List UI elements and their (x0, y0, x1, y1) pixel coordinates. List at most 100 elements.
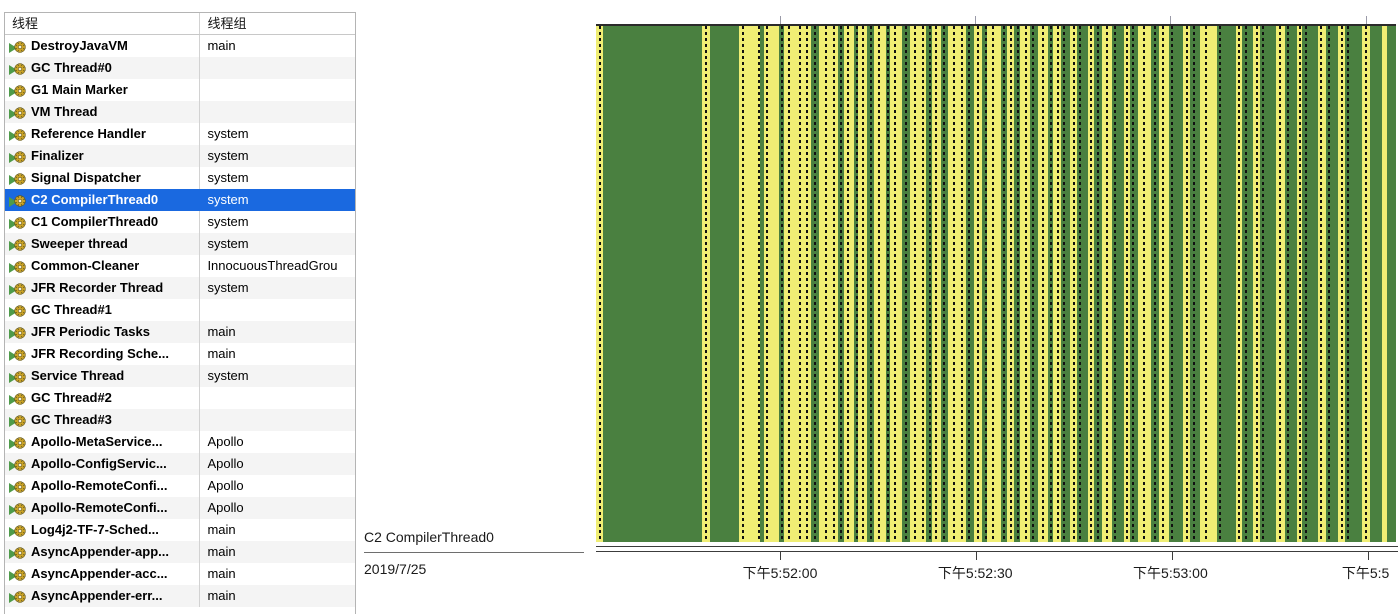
table-row[interactable]: AsyncAppender-app... main (5, 541, 355, 563)
cell-thread-group: main (207, 38, 236, 53)
cell-thread-name: GC Thread#1 (5, 299, 201, 321)
thread-node-icon[interactable] (9, 588, 28, 604)
gear-icon (14, 302, 26, 317)
timeline-event-marker (1056, 26, 1059, 542)
table-row[interactable]: G1 Main Marker (5, 79, 355, 101)
thread-node-icon[interactable] (9, 258, 28, 274)
timeline-segment-running[interactable] (710, 26, 740, 542)
timeline-event-marker (928, 26, 931, 542)
table-row[interactable]: AsyncAppender-err... main (5, 585, 355, 607)
thread-node-icon[interactable] (9, 148, 28, 164)
timeline-segment-running[interactable] (603, 26, 703, 542)
timeline-event-marker (968, 26, 970, 542)
chart-top-tick (1365, 16, 1367, 24)
thread-node-icon[interactable] (9, 126, 28, 142)
thread-name-label: AsyncAppender-app... (31, 544, 169, 559)
gear-icon (14, 60, 26, 75)
timeline-segment-waiting[interactable] (890, 26, 903, 542)
cell-thread-name: AsyncAppender-app... (5, 541, 201, 563)
thread-node-icon[interactable] (9, 456, 28, 472)
gear-icon (14, 434, 26, 449)
timeline-event-marker (788, 26, 790, 542)
table-body: DestroyJavaVM main GC Thread#0 G1 Main Mark… (5, 35, 355, 607)
column-header-thread[interactable]: 线程 (5, 13, 201, 34)
timeline-segment-waiting[interactable] (948, 26, 966, 542)
table-row[interactable]: Apollo-MetaService... Apollo (5, 431, 355, 453)
table-row[interactable]: Log4j2-TF-7-Sched... main (5, 519, 355, 541)
thread-node-icon[interactable] (9, 346, 28, 362)
timeline-segment-waiting[interactable] (874, 26, 886, 542)
thread-node-icon[interactable] (9, 170, 28, 186)
thread-node-icon[interactable] (9, 478, 28, 494)
gear-icon (14, 368, 26, 383)
timeline-event-marker (952, 26, 955, 542)
gear-icon (14, 544, 26, 559)
thread-name-label: GC Thread#2 (31, 390, 112, 405)
timeline-event-marker (856, 26, 858, 542)
table-row[interactable]: JFR Periodic Tasks main (5, 321, 355, 343)
table-row[interactable]: C1 CompilerThread0 system (5, 211, 355, 233)
table-row[interactable]: Finalizer system (5, 145, 355, 167)
thread-node-icon[interactable] (9, 214, 28, 230)
thread-node-icon[interactable] (9, 104, 28, 120)
table-row[interactable]: Apollo-ConfigServic... Apollo (5, 453, 355, 475)
thread-node-icon[interactable] (9, 82, 28, 98)
thread-node-icon[interactable] (9, 302, 28, 318)
thread-node-icon[interactable] (9, 500, 28, 516)
cell-thread-name: Reference Handler (5, 123, 201, 145)
table-row[interactable]: JFR Recording Sche... main (5, 343, 355, 365)
cell-thread-name: Service Thread (5, 365, 201, 387)
thread-node-icon[interactable] (9, 192, 28, 208)
thread-node-icon[interactable] (9, 368, 28, 384)
timeline-event-marker (935, 26, 938, 542)
table-row[interactable]: GC Thread#3 (5, 409, 355, 431)
thread-node-icon[interactable] (9, 236, 28, 252)
timeline-segment-waiting[interactable] (1200, 26, 1217, 542)
table-row[interactable]: Apollo-RemoteConfi... Apollo (5, 497, 355, 519)
thread-node-icon[interactable] (9, 434, 28, 450)
thread-name-label: JFR Periodic Tasks (31, 324, 150, 339)
thread-node-icon[interactable] (9, 324, 28, 340)
thread-table[interactable]: 线程 线程组 DestroyJavaVM main GC Thread#0 G1 Ma… (4, 12, 356, 614)
table-row[interactable]: Signal Dispatcher system (5, 167, 355, 189)
thread-node-icon[interactable] (9, 280, 28, 296)
timeline-event-marker (1328, 26, 1330, 542)
thread-node-icon[interactable] (9, 38, 28, 54)
table-row[interactable]: C2 CompilerThread0 system (5, 189, 355, 211)
thread-node-icon[interactable] (9, 60, 28, 76)
table-row[interactable]: DestroyJavaVM main (5, 35, 355, 57)
thread-node-icon[interactable] (9, 522, 28, 538)
table-row[interactable]: Apollo-RemoteConfi... Apollo (5, 475, 355, 497)
table-row[interactable]: Common-Cleaner InnocuousThreadGrou (5, 255, 355, 277)
table-row[interactable]: Service Thread system (5, 365, 355, 387)
table-row[interactable]: GC Thread#1 (5, 299, 355, 321)
cell-thread-name: JFR Recorder Thread (5, 277, 201, 299)
timeline-segment-waiting[interactable] (819, 26, 838, 542)
table-row[interactable]: VM Thread (5, 101, 355, 123)
table-row[interactable]: JFR Recorder Thread system (5, 277, 355, 299)
cell-thread-name: GC Thread#0 (5, 57, 201, 79)
cell-thread-group: system (207, 170, 249, 185)
gear-icon (14, 522, 26, 537)
cell-thread-name: Signal Dispatcher (5, 167, 201, 189)
table-row[interactable]: Reference Handler system (5, 123, 355, 145)
thread-state-timeline[interactable] (596, 16, 1396, 542)
cell-thread-group: system (207, 192, 249, 207)
gear-icon (14, 38, 26, 53)
timeline-segment-running[interactable] (1369, 26, 1382, 542)
timeline-segment-running[interactable] (1387, 26, 1396, 542)
table-row[interactable]: GC Thread#0 (5, 57, 355, 79)
table-row[interactable]: GC Thread#2 (5, 387, 355, 409)
thread-node-icon[interactable] (9, 544, 28, 560)
table-row[interactable]: Sweeper thread system (5, 233, 355, 255)
column-header-thread-group[interactable]: 线程组 (200, 13, 355, 34)
timeline-segment-waiting[interactable] (844, 26, 855, 542)
timeline-event-marker (805, 26, 808, 542)
chart-plot-area[interactable] (596, 24, 1396, 542)
timeline-event-marker (1219, 26, 1222, 542)
thread-node-icon[interactable] (9, 390, 28, 406)
timeline-segment-running[interactable] (1060, 26, 1070, 542)
thread-node-icon[interactable] (9, 412, 28, 428)
timeline-event-marker (1256, 26, 1258, 542)
cell-thread-name: VM Thread (5, 101, 201, 123)
